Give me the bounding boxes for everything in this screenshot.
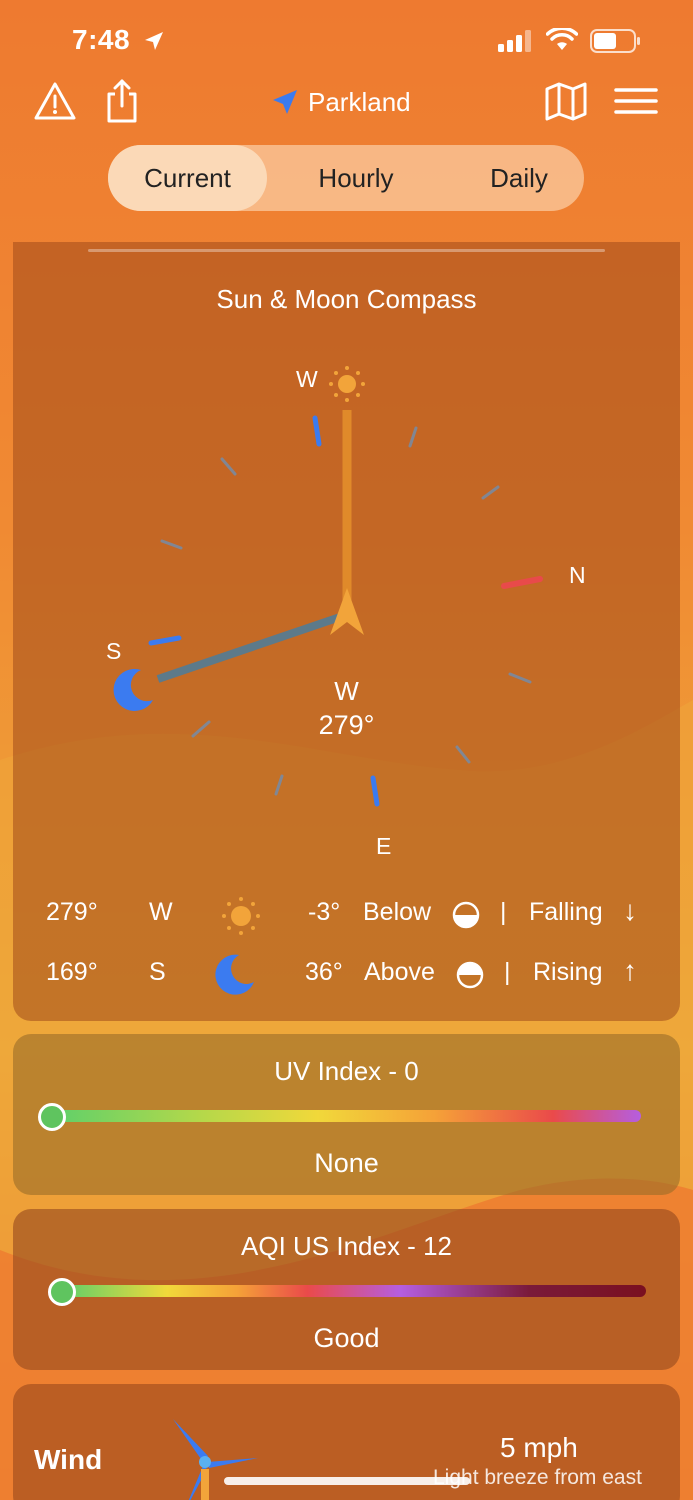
heading-arrow-icon bbox=[330, 588, 364, 635]
map-icon[interactable] bbox=[542, 76, 590, 126]
uv-knob bbox=[38, 1103, 66, 1131]
home-indicator[interactable] bbox=[224, 1477, 470, 1485]
wind-speed: 5 mph bbox=[500, 1432, 578, 1463]
moon-info-row: 169° S 36° Above | Rising ↑ bbox=[13, 954, 680, 995]
aqi-meter bbox=[62, 1285, 646, 1297]
aqi-title: AQI US Index - 12 bbox=[241, 1231, 452, 1261]
rising-arrow-icon: ↑ bbox=[623, 955, 637, 986]
location-selector[interactable]: Parkland bbox=[270, 84, 411, 120]
top-toolbar: Parkland bbox=[0, 76, 693, 130]
view-tabs: Current Hourly Daily bbox=[108, 145, 584, 211]
sun-trend: Falling bbox=[529, 898, 603, 926]
sun-direction: W bbox=[149, 898, 173, 926]
compass-label-right: N bbox=[569, 562, 586, 588]
battery-icon bbox=[590, 29, 640, 53]
sun-separator: | bbox=[500, 898, 507, 926]
north-tick bbox=[501, 576, 543, 589]
sun-icon bbox=[222, 897, 260, 935]
moon-trend: Rising bbox=[533, 958, 603, 986]
moon-separator: | bbox=[504, 958, 511, 986]
compass-label-top: W bbox=[296, 366, 318, 392]
aqi-knob bbox=[48, 1278, 76, 1306]
heading-degrees: 279° bbox=[318, 710, 375, 740]
alert-icon[interactable] bbox=[31, 76, 79, 126]
sun-moon-compass-card: Sun & Moon Compass W N S E W 279° 279° W… bbox=[13, 242, 680, 1021]
horizon-icon bbox=[452, 901, 480, 929]
moon-altitude: 36° bbox=[305, 958, 343, 986]
uv-index-card[interactable]: UV Index - 0 None bbox=[13, 1034, 680, 1195]
share-icon[interactable] bbox=[98, 76, 146, 126]
tab-current[interactable]: Current bbox=[108, 145, 267, 211]
moon-position: Above bbox=[364, 958, 435, 986]
location-services-icon bbox=[145, 32, 163, 50]
compass-label-left: S bbox=[106, 638, 122, 664]
sun-azimuth: 279° bbox=[46, 898, 98, 926]
moon-azimuth-tick bbox=[148, 635, 182, 646]
status-time: 7:48 bbox=[72, 24, 131, 55]
location-name: Parkland bbox=[308, 86, 411, 117]
aqi-card[interactable]: AQI US Index - 12 Good bbox=[13, 1209, 680, 1370]
moon-hand bbox=[156, 612, 345, 683]
tab-hourly[interactable]: Hourly bbox=[278, 145, 434, 211]
east-tick bbox=[370, 775, 380, 807]
cellular-signal-icon bbox=[498, 30, 531, 52]
uv-label: None bbox=[314, 1148, 379, 1178]
moon-icon bbox=[215, 954, 254, 995]
falling-arrow-icon: ↓ bbox=[623, 895, 637, 926]
uv-title: UV Index - 0 bbox=[274, 1056, 419, 1086]
heading-direction: W bbox=[334, 676, 359, 706]
tab-daily[interactable]: Daily bbox=[444, 145, 594, 211]
wifi-icon bbox=[546, 28, 578, 50]
sun-altitude: -3° bbox=[308, 898, 341, 926]
uv-meter bbox=[53, 1110, 641, 1122]
status-bar: 7:48 bbox=[0, 0, 693, 80]
wind-turbine-icon bbox=[173, 1419, 258, 1500]
aqi-label: Good bbox=[313, 1323, 380, 1353]
moon-direction: S bbox=[149, 958, 166, 986]
sun-azimuth-tick bbox=[312, 415, 322, 447]
sun-position: Below bbox=[363, 898, 432, 926]
compass-label-bottom: E bbox=[376, 833, 392, 859]
horizon-icon bbox=[456, 961, 484, 989]
moon-azimuth: 169° bbox=[46, 958, 98, 986]
location-arrow-icon bbox=[273, 90, 297, 114]
sun-icon bbox=[329, 366, 365, 402]
menu-icon[interactable] bbox=[612, 76, 660, 126]
wind-title: Wind bbox=[34, 1444, 103, 1475]
sun-info-row: 279° W -3° Below | Falling ↓ bbox=[13, 894, 680, 935]
